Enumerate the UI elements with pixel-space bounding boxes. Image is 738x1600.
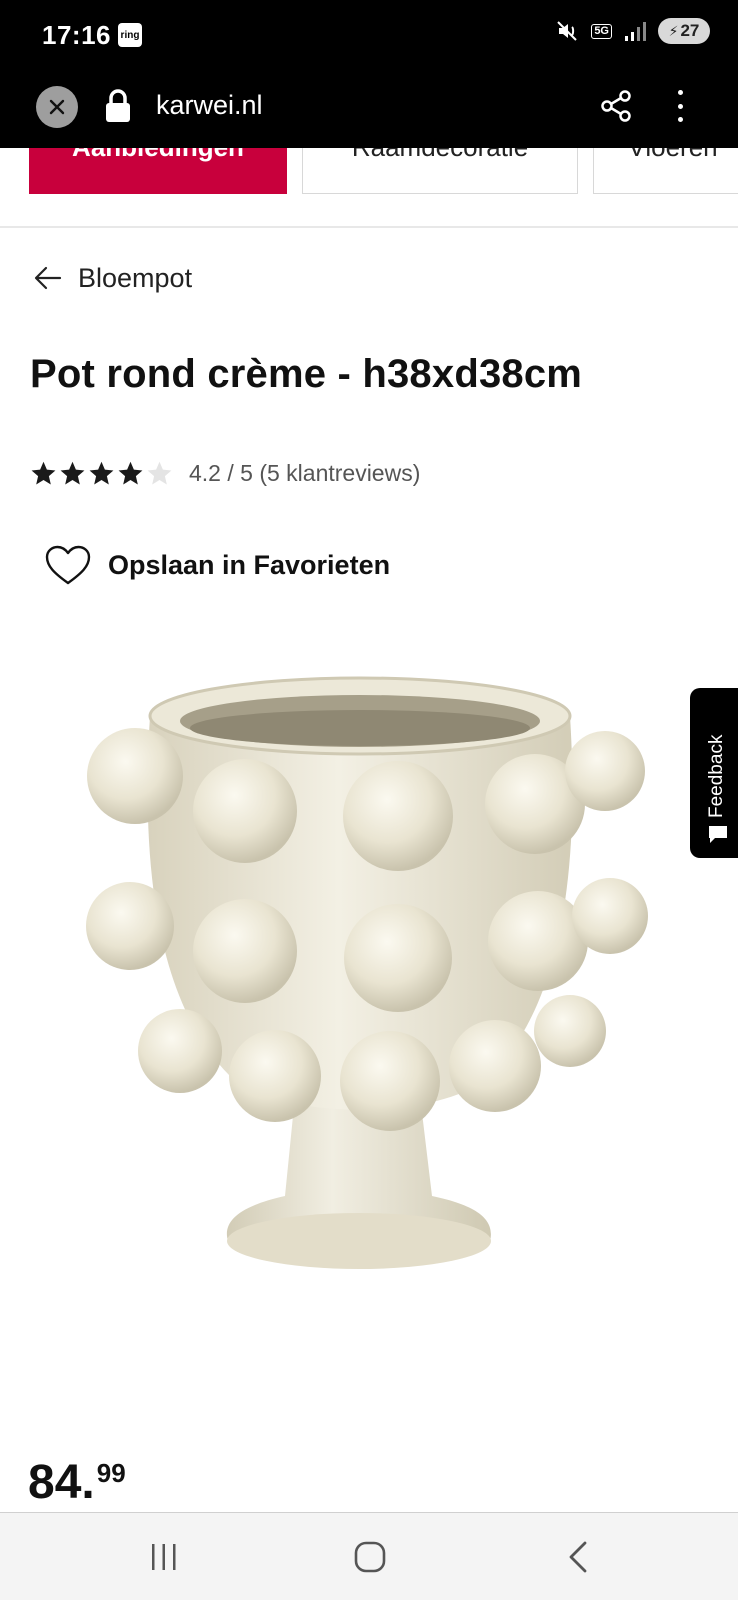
url-display[interactable]: karwei.nl <box>156 90 263 121</box>
more-icon-dot <box>677 117 683 122</box>
category-nav: Aanbiedingen Raamdecoratie Vloeren <box>0 148 738 198</box>
category-tab-vloeren[interactable]: Vloeren <box>593 148 738 194</box>
share-icon[interactable] <box>598 88 634 124</box>
star-icon <box>60 461 85 485</box>
feedback-label: Feedback <box>706 734 727 818</box>
home-button[interactable] <box>350 1537 390 1577</box>
price-decimal: 99 <box>96 1458 126 1488</box>
close-icon <box>49 99 65 115</box>
status-icons: 5G ⚡ 27 <box>555 18 710 44</box>
mute-icon <box>555 18 581 44</box>
more-icon-dot <box>677 90 683 95</box>
recents-button[interactable] <box>144 1537 184 1577</box>
breadcrumb[interactable]: Bloempot <box>32 262 192 294</box>
favorites-label: Opslaan in Favorieten <box>108 549 391 580</box>
save-to-favorites-button[interactable]: Opslaan in Favorieten <box>44 544 390 586</box>
back-icon <box>569 1541 587 1573</box>
system-nav-bar <box>0 1512 738 1600</box>
signal-icon <box>622 18 648 44</box>
star-icon <box>89 461 114 485</box>
product-title: Pot rond crème - h38xd38cm <box>30 352 583 396</box>
more-options-button[interactable] <box>668 86 692 126</box>
arrow-left-icon <box>34 266 62 290</box>
more-icon-dot <box>677 103 683 109</box>
battery-indicator: ⚡ 27 <box>658 18 710 44</box>
home-icon <box>354 1541 386 1573</box>
divider <box>0 226 738 228</box>
feedback-tab[interactable]: Feedback <box>690 688 738 858</box>
charging-icon: ⚡ <box>668 22 679 39</box>
back-button[interactable] <box>558 1537 598 1577</box>
close-tab-button[interactable] <box>36 86 78 128</box>
rating-stars <box>30 460 173 487</box>
ring-app-icon: ring <box>118 23 142 47</box>
network-type: 5G <box>591 23 612 39</box>
recents-icon <box>152 1544 176 1570</box>
star-icon <box>118 461 143 485</box>
category-tab-raamdecoratie[interactable]: Raamdecoratie <box>302 148 578 194</box>
top-bar: 17:16 ring 5G ⚡ 27 karwei.nl <box>0 0 738 148</box>
price-integer: 84. <box>28 1456 95 1509</box>
category-tab-aanbiedingen[interactable]: Aanbiedingen <box>29 148 287 194</box>
chat-icon <box>709 826 727 843</box>
product-rating[interactable]: 4.2 / 5 (5 klantreviews) <box>30 460 420 487</box>
battery-level: 27 <box>680 21 700 40</box>
product-price: 84. 99 <box>28 1458 126 1508</box>
status-time: 17:16 <box>42 20 111 50</box>
star-empty-icon <box>147 461 172 485</box>
star-icon <box>31 461 56 485</box>
heart-icon <box>45 545 91 585</box>
lock-icon <box>106 89 130 122</box>
breadcrumb-label: Bloempot <box>78 262 193 293</box>
product-image[interactable] <box>80 676 660 1306</box>
rating-text: 4.2 / 5 (5 klantreviews) <box>189 460 421 486</box>
